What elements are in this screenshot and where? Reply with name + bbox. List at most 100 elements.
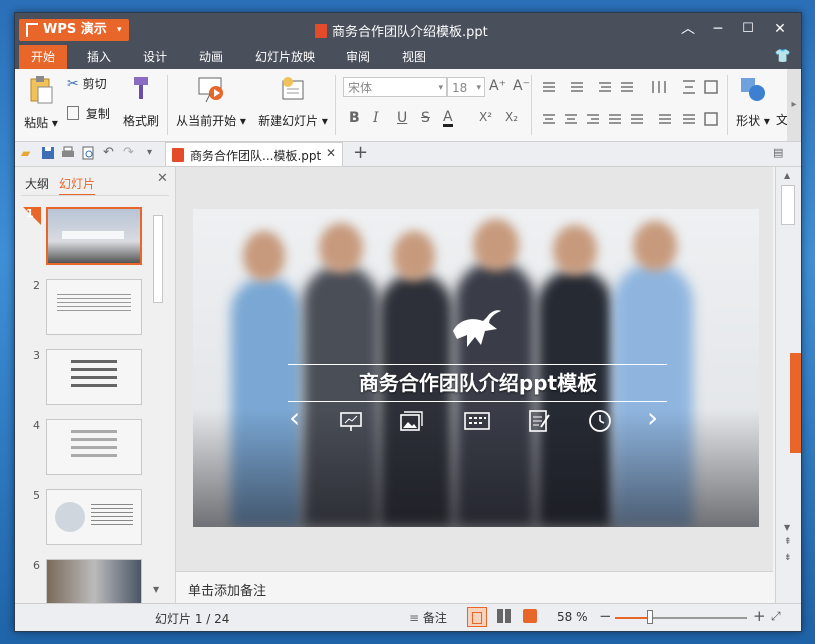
font-color-button[interactable]: A	[443, 110, 453, 127]
customize-chevron-icon[interactable]: ▾	[147, 146, 161, 160]
tab-review[interactable]: 审阅	[333, 45, 383, 69]
font-name-value: 宋体	[348, 81, 373, 95]
person-head	[473, 219, 519, 271]
paragraph-tools-icon[interactable]	[537, 77, 723, 129]
redo-icon[interactable]: ↷	[123, 146, 137, 160]
new-tab-button[interactable]: +	[353, 142, 368, 164]
slide-thumbnail-5[interactable]: 5	[23, 489, 169, 551]
app-menu-button[interactable]: WPS 演示 ▾	[19, 19, 129, 41]
thumbnails-scrollbar[interactable]: ▼	[151, 207, 165, 599]
format-painter-button[interactable]: 格式刷	[119, 75, 163, 135]
notes-area[interactable]: 单击添加备注	[176, 571, 773, 604]
copy-button[interactable]: 复制	[67, 105, 117, 127]
tab-list-icon[interactable]: ▤	[773, 146, 783, 159]
zoom-out-button[interactable]: −	[599, 607, 612, 625]
new-slide-button[interactable]: 新建幻灯片 ▾	[255, 75, 331, 135]
superscript-button[interactable]: X²	[479, 110, 492, 124]
font-size-select[interactable]: 18 ▾	[447, 77, 485, 97]
tab-insert[interactable]: 插入	[75, 45, 123, 69]
tab-slideshow[interactable]: 幻灯片放映	[243, 45, 327, 69]
maximize-button[interactable]: ☐	[735, 18, 761, 40]
slideshow-view-button[interactable]	[523, 609, 537, 623]
normal-view-button[interactable]	[467, 607, 487, 627]
shrink-font-button[interactable]: A⁻	[513, 78, 530, 94]
cut-button[interactable]: ✂ 剪切	[67, 75, 117, 97]
print-preview-icon[interactable]	[81, 146, 95, 160]
scroll-up-icon[interactable]: ▲	[784, 171, 790, 180]
shapes-icon	[741, 78, 765, 101]
bold-button[interactable]: B	[349, 110, 360, 126]
slide-title[interactable]: 商务合作团队介绍ppt模板	[288, 367, 668, 396]
slide-thumbnail-2[interactable]: 2	[23, 279, 169, 341]
scroll-down-icon[interactable]: ▼	[153, 585, 159, 594]
quick-access-bar: ▰ ↶ ↷ ▾ 商务合作团队...模板.ppt ✕ + ▤	[15, 142, 801, 167]
thumbnail-number: 6	[33, 559, 40, 572]
scroll-down-icon[interactable]: ▼	[784, 523, 790, 532]
collapse-ribbon-button[interactable]: ︿	[675, 18, 701, 40]
title-rule-bottom	[288, 401, 667, 402]
ppt-file-icon	[172, 148, 184, 162]
window-title: 商务合作团队介绍模板.ppt	[315, 21, 488, 40]
tab-home[interactable]: 开始	[19, 45, 67, 69]
slides-pane: 大纲 幻灯片 ✕ 1 2 3 4 5 6 ▼	[15, 167, 176, 603]
sorter-view-button[interactable]	[497, 609, 511, 623]
zoom-in-button[interactable]: +	[753, 607, 766, 625]
tab-slides[interactable]: 幻灯片	[59, 175, 96, 196]
app-window: WPS 演示 ▾ 商务合作团队介绍模板.ppt ︿ ─ ☐ ✕ 开始 插入 设计…	[14, 12, 802, 632]
paste-icon	[30, 76, 53, 104]
print-icon[interactable]	[61, 146, 75, 160]
current-slide[interactable]: 商务合作团队介绍ppt模板 ‹ ›	[193, 209, 759, 527]
zoom-slider-fill	[615, 617, 650, 619]
tab-design[interactable]: 设计	[131, 45, 179, 69]
zoom-slider-knob[interactable]	[647, 610, 653, 624]
zoom-level[interactable]: 58 %	[557, 610, 588, 624]
fit-window-icon[interactable]: ⤢	[771, 609, 781, 624]
shapes-button[interactable]: 形状 ▾	[731, 75, 775, 135]
ribbon-scroll-right[interactable]: ▸	[787, 69, 801, 141]
notes-toggle-button[interactable]: ≡ 备注	[409, 608, 447, 628]
subscript-button[interactable]: X₂	[505, 110, 518, 124]
italic-button[interactable]: I	[373, 110, 379, 126]
slide-thumbnail-6[interactable]: 6	[23, 559, 169, 603]
grow-font-button[interactable]: A⁺	[489, 78, 506, 94]
undo-icon[interactable]: ↶	[103, 146, 117, 160]
paste-button[interactable]: 粘贴 ▾	[19, 75, 63, 135]
play-from-current-label: 从当前开始	[176, 114, 237, 128]
underline-button[interactable]: U	[397, 110, 407, 126]
strikethrough-button[interactable]: S	[421, 110, 430, 126]
zoom-slider[interactable]	[615, 610, 747, 624]
new-slide-icon	[282, 77, 304, 100]
minimize-button[interactable]: ─	[705, 18, 731, 40]
slide-thumbnail-3[interactable]: 3	[23, 349, 169, 411]
ribbon-divider	[335, 75, 336, 135]
thumbnail-image	[46, 559, 142, 603]
side-panel-toggle[interactable]	[790, 353, 801, 453]
ribbon-divider	[727, 75, 728, 135]
bull-logo-icon	[453, 310, 501, 347]
slide-thumbnail-4[interactable]: 4	[23, 419, 169, 481]
tab-outline[interactable]: 大纲	[25, 175, 49, 192]
font-name-select[interactable]: 宋体 ▾	[343, 77, 447, 97]
tab-view[interactable]: 视图	[389, 45, 439, 69]
prev-slide-icon[interactable]: ⇞	[784, 537, 792, 547]
close-pane-button[interactable]: ✕	[157, 171, 168, 186]
next-slide-icon[interactable]: ⇟	[784, 553, 792, 563]
next-arrow-icon: ›	[647, 401, 659, 434]
document-tab[interactable]: 商务合作团队...模板.ppt ✕	[165, 142, 343, 166]
cut-label: 剪切	[82, 77, 107, 91]
editor-scrollbar[interactable]: ▲ ▼ ⇞ ⇟	[775, 167, 801, 603]
scrollbar-thumb[interactable]	[153, 215, 163, 303]
tab-animation[interactable]: 动画	[187, 45, 235, 69]
slide-editor-canvas[interactable]: 商务合作团队介绍ppt模板 ‹ ›	[176, 167, 773, 571]
play-from-current-button[interactable]: 从当前开始 ▾	[173, 75, 249, 135]
scrollbar-thumb[interactable]	[781, 185, 795, 225]
ribbon-divider	[167, 75, 168, 135]
slide-thumbnail-1[interactable]: 1	[23, 207, 169, 269]
copy-label: 复制	[85, 107, 110, 121]
close-button[interactable]: ✕	[767, 18, 793, 40]
save-icon[interactable]	[41, 146, 55, 160]
open-folder-icon[interactable]: ▰	[21, 146, 35, 160]
close-tab-button[interactable]: ✕	[326, 146, 336, 160]
shapes-label: 形状	[736, 114, 761, 128]
skin-icon[interactable]: 👕	[771, 45, 795, 69]
